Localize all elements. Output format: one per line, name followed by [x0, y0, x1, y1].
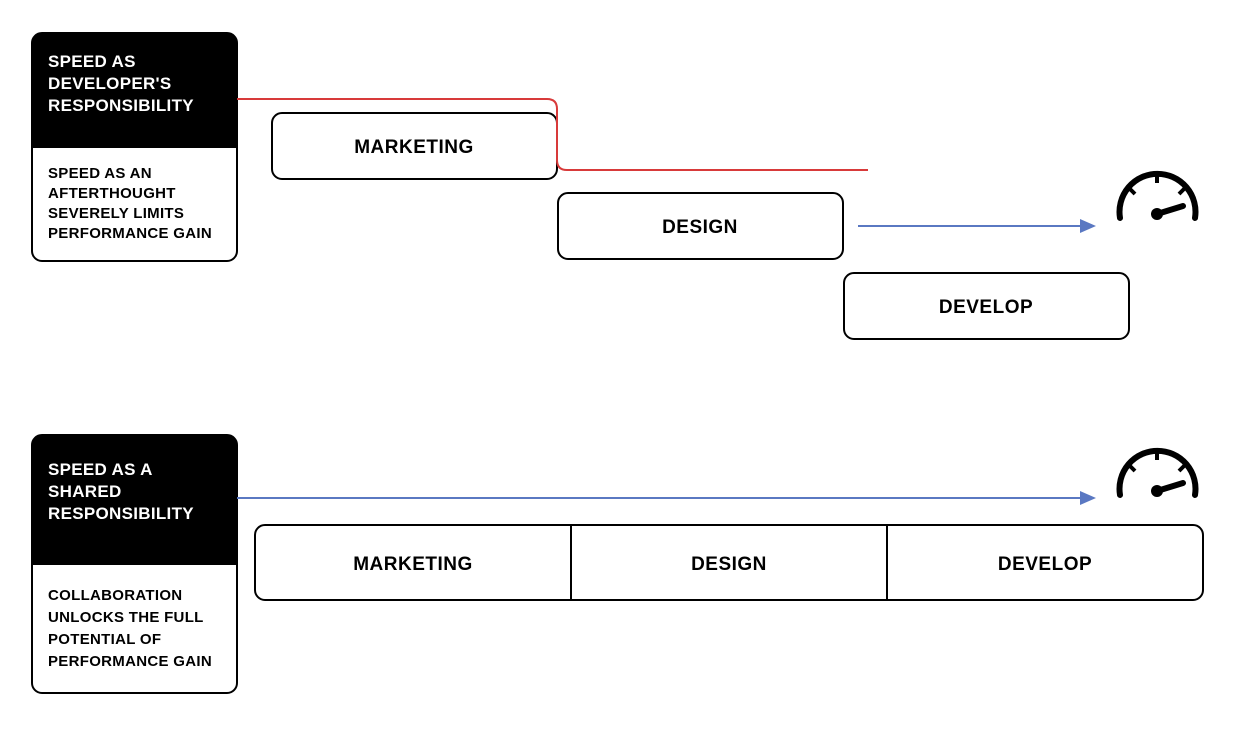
blue-arrow-short — [858, 219, 1096, 233]
card-bottom-sub-l1: COLLABORATION — [48, 587, 182, 604]
stage-top-develop: DEVELOP — [939, 297, 1033, 318]
card-top-sub-l3: SEVERELY LIMITS — [48, 205, 184, 222]
stage-bottom-marketing: MARKETING — [353, 554, 473, 575]
card-bottom-sub-l2: UNLOCKS THE FULL — [48, 609, 204, 626]
card-top-title-l1: SPEED AS — [48, 52, 136, 71]
card-top-title-l2: DEVELOPER'S — [48, 74, 172, 93]
card-top-title-l3: RESPONSIBILITY — [48, 96, 194, 115]
card-bottom-sub-l3: POTENTIAL OF — [48, 631, 161, 648]
card-bottom-sub-l4: PERFORMANCE GAIN — [48, 653, 212, 670]
card-bottom-title-l1: SPEED AS A — [48, 460, 153, 479]
stage-bottom-develop: DEVELOP — [998, 554, 1092, 575]
card-top-sub-l2: AFTERTHOUGHT — [48, 185, 176, 202]
blue-arrow-long — [237, 491, 1096, 505]
card-top-sub-l1: SPEED AS AN — [48, 165, 152, 182]
card-top: SPEED AS DEVELOPER'S RESPONSIBILITY SPEE… — [32, 33, 237, 261]
card-bottom: SPEED AS A SHARED RESPONSIBILITY COLLABO… — [32, 435, 237, 693]
stage-top-design: DESIGN — [662, 217, 738, 238]
speedometer-icon-top — [1120, 174, 1196, 220]
card-bottom-title-l3: RESPONSIBILITY — [48, 504, 194, 523]
stage-bottom-design: DESIGN — [691, 554, 767, 575]
speedometer-icon-bottom — [1120, 451, 1196, 497]
card-top-sub-l4: PERFORMANCE GAIN — [48, 225, 212, 242]
card-bottom-title-l2: SHARED — [48, 482, 122, 501]
stage-top-marketing: MARKETING — [354, 137, 474, 158]
